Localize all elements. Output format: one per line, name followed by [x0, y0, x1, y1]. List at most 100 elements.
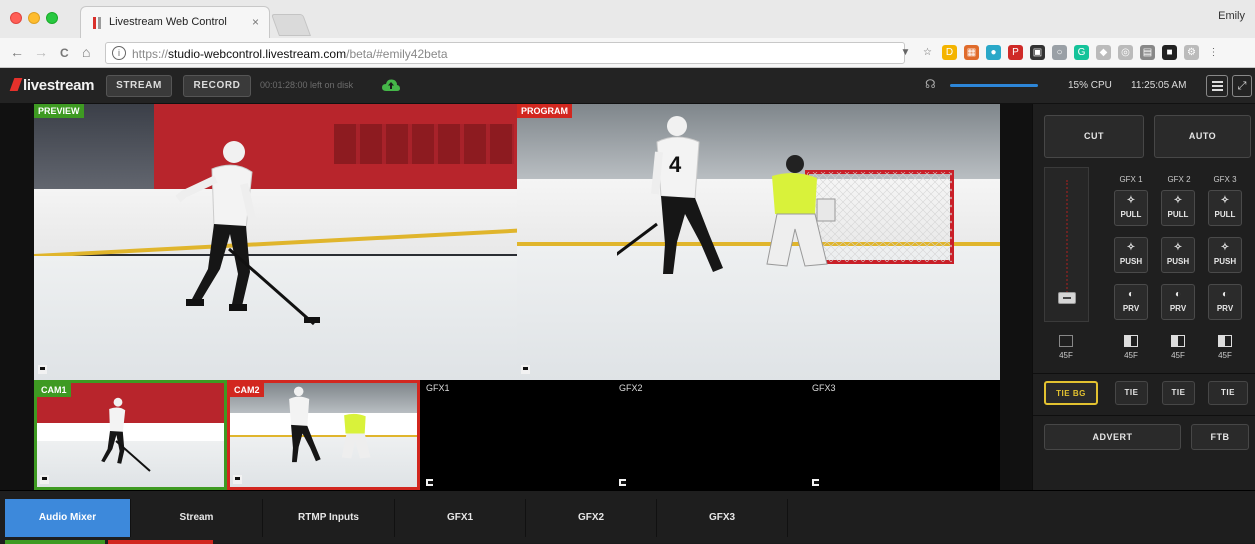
advert-button[interactable]: ADVERT	[1044, 424, 1181, 450]
window-minimize-button[interactable]	[28, 12, 40, 24]
site-info-icon[interactable]: i	[112, 46, 126, 60]
source-gfx2[interactable]: GFX2	[613, 380, 806, 490]
stream-button[interactable]: STREAM	[106, 75, 172, 97]
cam1-label: CAM1	[37, 383, 71, 397]
wipe-icon	[1171, 335, 1185, 347]
cam2-label: CAM2	[230, 383, 264, 397]
url-text[interactable]: https://studio-webcontrol.livestream.com…	[132, 47, 448, 61]
gfx1-tie-button[interactable]: TIE	[1115, 381, 1148, 405]
program-monitor[interactable]: 4 PROGRAM	[517, 104, 1000, 380]
book-icon[interactable]: ■	[1162, 45, 1177, 60]
gfx1-push-button[interactable]: ✧ PUSH	[1114, 237, 1148, 273]
hamburger-menu-icon[interactable]	[1206, 75, 1228, 97]
transition-handle[interactable]	[1058, 292, 1076, 304]
pull-icon: ✧	[1173, 195, 1183, 206]
transition-bar[interactable]	[1044, 167, 1089, 322]
preview-monitor[interactable]: PREVIEW	[34, 104, 517, 380]
tab-gfx2[interactable]: GFX2	[526, 499, 657, 537]
tab-gfx3[interactable]: GFX3	[657, 499, 788, 537]
star-icon[interactable]: ☆	[920, 45, 935, 60]
preview-toggle-icon: ◐	[1221, 289, 1229, 300]
cut-button[interactable]: CUT	[1044, 115, 1144, 158]
gfx3-duration[interactable]: 45F	[1208, 331, 1242, 367]
gfx3-pull-button[interactable]: ✧ PULL	[1208, 190, 1242, 226]
tab-audio-mixer[interactable]: Audio Mixer	[5, 499, 131, 537]
drop-icon[interactable]: ◆	[1096, 45, 1111, 60]
gfx1-column-header: GFX 1	[1119, 175, 1143, 184]
cloud-sync-icon[interactable]	[382, 78, 400, 92]
save-icon[interactable]: ▣	[1030, 45, 1045, 60]
gfx1-pull-button[interactable]: ✧ PULL	[1114, 190, 1148, 226]
program-audio-icon[interactable]	[521, 365, 530, 374]
gfx2-push-button[interactable]: ✧ PUSH	[1161, 237, 1195, 273]
filter-icon[interactable]: ▼	[898, 45, 913, 60]
profile-name[interactable]: Emily	[1218, 10, 1245, 22]
gfx2-pull-button[interactable]: ✧ PULL	[1161, 190, 1195, 226]
preview-label: PREVIEW	[34, 104, 84, 118]
grammarly-icon[interactable]: G	[1074, 45, 1089, 60]
record-button[interactable]: RECORD	[183, 75, 251, 97]
tab-close-icon[interactable]: ×	[252, 15, 259, 29]
transition-duration[interactable]: 45F	[1049, 331, 1083, 367]
gfx1-prv-button[interactable]: ◐ PRV	[1114, 284, 1148, 320]
pinterest-icon[interactable]: P	[1008, 45, 1023, 60]
source-cam1[interactable]: CAM1	[34, 380, 227, 490]
wipe-icon	[1218, 335, 1232, 347]
gfx2-duration[interactable]: 45F	[1161, 331, 1195, 367]
browser-tab[interactable]: Livestream Web Control ×	[80, 6, 270, 38]
gfx3-icon[interactable]	[812, 479, 819, 486]
gfx3-tie-button[interactable]: TIE	[1208, 381, 1248, 405]
forward-arrow-icon[interactable]: →	[34, 44, 48, 60]
fullscreen-icon[interactable]: ⤢	[1232, 75, 1252, 97]
source-gfx3[interactable]: GFX3	[806, 380, 1000, 490]
tie-bg-button[interactable]: TIE BG	[1044, 381, 1098, 405]
address-bar[interactable]: i https://studio-webcontrol.livestream.c…	[105, 42, 905, 64]
window-close-button[interactable]	[10, 12, 22, 24]
chat-icon[interactable]: ●	[986, 45, 1001, 60]
loop-icon[interactable]: ◎	[1118, 45, 1133, 60]
source-gfx1[interactable]: GFX1	[420, 380, 613, 490]
calendar-icon[interactable]: ▦	[964, 45, 979, 60]
svg-text:4: 4	[669, 152, 682, 177]
tab-gfx1[interactable]: GFX1	[395, 499, 526, 537]
gfx2-prv-button[interactable]: ◐ PRV	[1161, 284, 1195, 320]
window-zoom-button[interactable]	[46, 12, 58, 24]
cam2-audio-icon[interactable]	[233, 475, 242, 484]
new-tab-button[interactable]	[270, 14, 312, 36]
preview-audio-icon[interactable]	[38, 365, 47, 374]
source-cam2[interactable]: CAM2	[227, 380, 420, 490]
program-players-figure: 4	[617, 116, 836, 274]
cam1-audio-icon[interactable]	[40, 475, 49, 484]
reload-icon[interactable]: C	[60, 46, 69, 60]
browser-titlebar: Livestream Web Control × Emily	[0, 0, 1255, 38]
tab-rtmp-inputs[interactable]: RTMP Inputs	[263, 499, 395, 537]
more-icon[interactable]: ⋮	[1206, 45, 1221, 60]
panel-divider	[1033, 373, 1255, 374]
audio-meter-cam1	[5, 540, 105, 544]
headphones-icon[interactable]: ☊	[925, 77, 936, 91]
docs-icon[interactable]: D	[942, 45, 957, 60]
transition-type-icon	[1059, 335, 1073, 347]
gfx2-tie-button[interactable]: TIE	[1162, 381, 1195, 405]
gfx3-label: GFX3	[812, 383, 836, 393]
settings-icon[interactable]: ⚙	[1184, 45, 1199, 60]
livestream-logo: livestream	[9, 77, 95, 94]
gfx1-duration[interactable]: 45F	[1114, 331, 1148, 367]
gfx3-prv-button[interactable]: ◐ PRV	[1208, 284, 1242, 320]
back-arrow-icon[interactable]: ←	[10, 44, 24, 60]
app-topbar: livestream STREAM RECORD 00:01:28:00 lef…	[0, 68, 1255, 104]
auto-button[interactable]: AUTO	[1154, 115, 1251, 158]
master-volume-slider[interactable]	[950, 84, 1038, 87]
panel-divider	[1033, 415, 1255, 416]
preview-toggle-icon: ◐	[1174, 289, 1182, 300]
gfx1-icon[interactable]	[426, 479, 433, 486]
cam2-players-figure	[289, 386, 371, 463]
window-icon[interactable]: ▤	[1140, 45, 1155, 60]
gfx2-icon[interactable]	[619, 479, 626, 486]
tab-stream[interactable]: Stream	[131, 499, 263, 537]
gfx3-push-button[interactable]: ✧ PUSH	[1208, 237, 1242, 273]
fade-to-black-button[interactable]: FTB	[1191, 424, 1249, 450]
clock-icon[interactable]: ○	[1052, 45, 1067, 60]
home-icon[interactable]: ⌂	[82, 44, 90, 60]
gfx1-label: GFX1	[426, 383, 450, 393]
